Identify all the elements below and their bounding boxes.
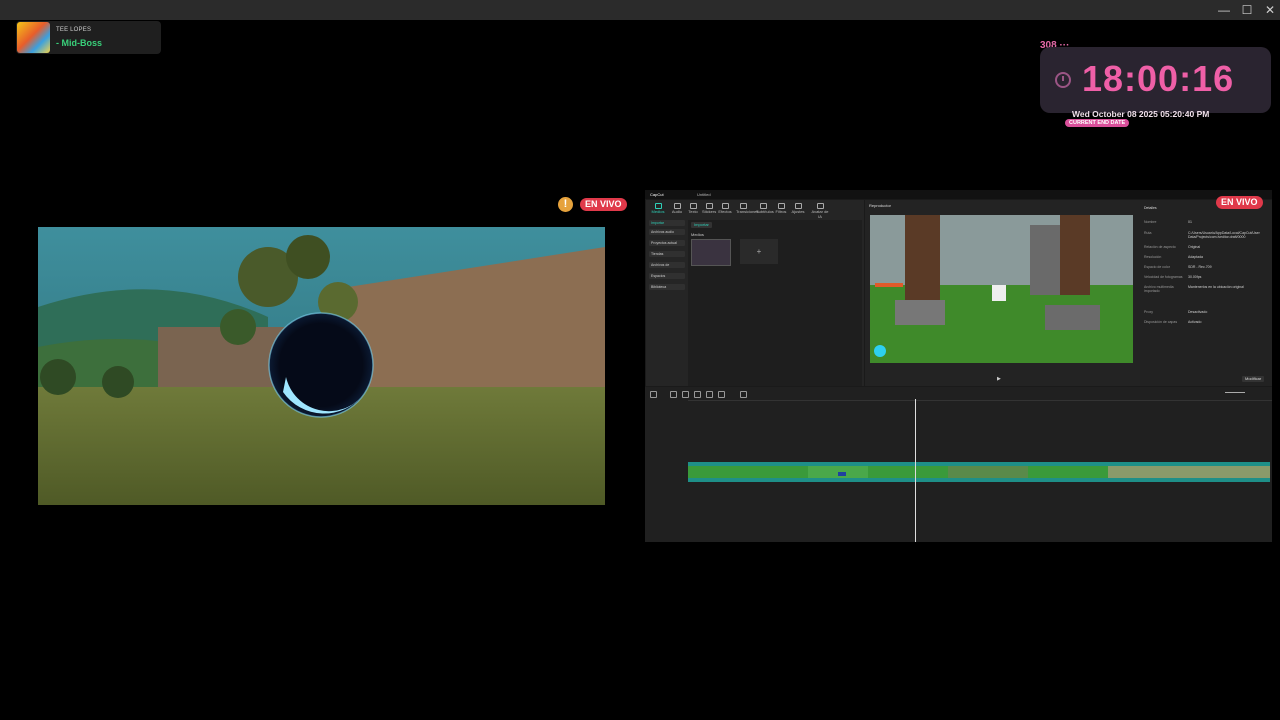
close-button[interactable]: ✕ (1260, 2, 1280, 18)
detail-value: Adaptada (1188, 255, 1203, 259)
delete-icon[interactable] (706, 391, 713, 398)
playhead[interactable] (915, 399, 916, 542)
capcut-window: CapCut Untitled Medios Audio Texto Stick… (645, 190, 1272, 542)
clock-icon (1055, 72, 1071, 88)
zoom-slider[interactable] (1225, 392, 1245, 393)
minimize-button[interactable]: — (1214, 2, 1234, 18)
tab-audio[interactable]: Audio (670, 203, 684, 214)
detail-label: Ruta (1144, 231, 1152, 235)
undo-icon[interactable] (670, 391, 677, 398)
detail-label: Relación de aspecto (1144, 245, 1176, 249)
game-stream-view (38, 227, 605, 505)
play-button[interactable]: ▶ (997, 376, 1001, 382)
video-clip[interactable] (688, 462, 1270, 482)
track-title: - Mid-Boss (56, 38, 102, 48)
sidebar-item-library[interactable]: Biblioteca (649, 284, 685, 290)
album-art (17, 22, 50, 53)
detail-value: SDR - Rec.709 (1188, 265, 1212, 269)
shield-icon[interactable] (740, 391, 747, 398)
player-panel: Reproductor ▶ (865, 200, 1140, 386)
details-panel: Detalles Nombre 01 Ruta C:/Users/Usuario… (1140, 200, 1272, 386)
toolbar-tabs: Medios Audio Texto Stickers Efectos Tran… (646, 200, 864, 219)
details-title: Detalles (1144, 206, 1157, 210)
sidebar-item-spaces[interactable]: Espacios (649, 273, 685, 279)
countdown-widget: 18:00:16 (1040, 47, 1271, 113)
tab-transitions[interactable]: Transiciones (736, 203, 759, 214)
modify-button[interactable]: Modificar (1242, 376, 1265, 382)
detail-value: C:/Users/Usuario/AppData/Local/CapCut/Us… (1188, 231, 1260, 239)
player-preview (870, 215, 1133, 363)
tab-effects[interactable]: Efectos (718, 203, 732, 214)
add-media-button[interactable]: + (740, 239, 778, 264)
detail-value: 30.00fps (1188, 275, 1202, 279)
live-badge-left: EN VIVO (580, 198, 627, 211)
app-name: CapCut (650, 192, 664, 197)
detail-label: Resolución (1144, 255, 1162, 259)
redo-icon[interactable] (682, 391, 689, 398)
detail-value: Original (1188, 245, 1201, 249)
detail-label: Nombre (1144, 220, 1157, 224)
game-scene (38, 227, 605, 505)
crop-icon[interactable] (718, 391, 725, 398)
warning-icon: ! (558, 197, 573, 212)
tab-ai-avatar[interactable]: Avatar de IA (810, 203, 830, 219)
tab-subtitles[interactable]: Subtítulos (756, 203, 774, 214)
detail-value: Mantenerlos en la ubicación original (1188, 285, 1244, 289)
timeline-ruler (688, 400, 1272, 401)
sidebar-item-files[interactable]: Archivos de (649, 262, 685, 268)
media-thumbnail[interactable] (691, 239, 731, 266)
window-title-bar: — ☐ ✕ (0, 0, 1280, 20)
live-badge-right: EN VIVO (1216, 196, 1263, 209)
player-title: Reproductor (869, 203, 892, 208)
tab-text[interactable]: Texto (686, 203, 700, 214)
tab-stickers[interactable]: Stickers (702, 203, 716, 214)
media-header: Medios (691, 232, 704, 237)
tab-media[interactable]: Medios (651, 203, 665, 214)
import-button[interactable]: Importar (691, 222, 712, 228)
video-track[interactable] (688, 462, 1270, 482)
sidebar-item-project[interactable]: Proyectos actual (649, 240, 685, 246)
detail-label: Espacio de color (1144, 265, 1170, 269)
media-panel: Medios Audio Texto Stickers Efectos Tran… (646, 200, 864, 386)
detail-value: Activado (1188, 320, 1202, 324)
sidebar-item-audio[interactable]: Archivos audio (649, 229, 685, 235)
project-title: Untitled (697, 192, 711, 197)
detail-value: Desactivado (1188, 310, 1208, 314)
media-grid: Importar Medios + (688, 220, 862, 386)
detail-value: 01 (1188, 220, 1192, 224)
detail-label: Disposición de capas (1144, 320, 1178, 324)
detail-label: Proxy (1144, 310, 1153, 314)
now-playing-widget: TEE LOPES - Mid-Boss (16, 21, 161, 54)
capcut-title-bar: CapCut Untitled (645, 190, 1272, 199)
detail-label: Velocidad de fotogramas (1144, 275, 1183, 279)
end-date-badge: CURRENT END DATE (1065, 119, 1130, 127)
sidebar-item-stores[interactable]: Tiendas (649, 251, 685, 257)
countdown-time: 18:00:16 (1082, 58, 1235, 99)
track-artist: TEE LOPES (56, 27, 92, 33)
maximize-button[interactable]: ☐ (1237, 2, 1257, 18)
detail-label: Archivo multimedia importado (1144, 285, 1174, 293)
tab-filters[interactable]: Filtros (774, 203, 788, 214)
tab-adjust[interactable]: Ajustes (791, 203, 805, 214)
end-date: Wed October 08 2025 05:20:40 PM (1072, 109, 1210, 119)
select-tool-icon[interactable] (650, 391, 657, 398)
split-icon[interactable] (694, 391, 701, 398)
sidebar-item-import[interactable]: Importar (649, 220, 685, 226)
